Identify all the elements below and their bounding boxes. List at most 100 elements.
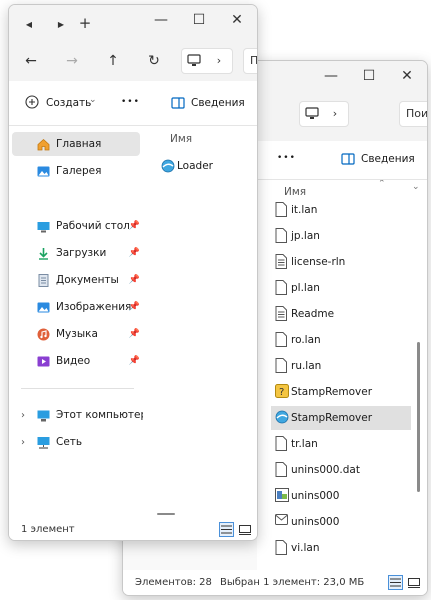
see-more-button[interactable]: ••• xyxy=(277,153,296,163)
document-icon xyxy=(275,358,288,374)
file-row[interactable]: jp.lan xyxy=(271,224,411,248)
file-name: Loader xyxy=(177,160,213,172)
nav-label: Документы xyxy=(56,274,119,286)
expand-chevron-icon[interactable]: › xyxy=(21,410,25,421)
create-dropdown-icon[interactable]: ⌄ xyxy=(89,95,97,105)
file-name: StampRemover xyxy=(291,412,373,424)
close-button[interactable]: ✕ xyxy=(389,61,425,91)
minimize-button[interactable]: — xyxy=(143,5,179,35)
file-row[interactable]: ? StampRemover xyxy=(271,380,411,404)
scroll-tabs-right-icon[interactable]: ▶ xyxy=(56,19,66,29)
nav-item-pictures[interactable]: Изображения 📌 xyxy=(12,295,140,319)
horizontal-scrollbar[interactable] xyxy=(157,513,175,515)
nav-item-home[interactable]: Главная xyxy=(12,132,140,156)
title-bar: ◀ ▶ + — ☐ ✕ xyxy=(9,5,257,41)
file-row[interactable]: vi.lan xyxy=(271,536,411,560)
file-row[interactable]: unins000 xyxy=(271,510,411,534)
vertical-scrollbar[interactable] xyxy=(417,342,420,492)
nav-label: Главная xyxy=(56,138,102,150)
file-row[interactable]: ro.lan xyxy=(271,328,411,352)
maximize-button[interactable]: ☐ xyxy=(351,61,387,91)
nav-item-network[interactable]: › Сеть xyxy=(12,430,140,454)
pin-icon[interactable]: 📌 xyxy=(129,356,140,366)
file-row-loader[interactable]: Loader xyxy=(157,154,253,178)
tiles-view-button[interactable] xyxy=(237,522,252,537)
nav-item-videos[interactable]: Видео 📌 xyxy=(12,349,140,373)
file-row[interactable]: license-rln xyxy=(271,250,411,274)
pin-icon[interactable]: 📌 xyxy=(129,302,140,312)
file-row[interactable]: unins000 xyxy=(271,484,411,508)
nav-item-downloads[interactable]: Загрузки 📌 xyxy=(12,241,140,265)
file-row[interactable]: tr.lan xyxy=(271,432,411,456)
chevron-right-icon[interactable]: › xyxy=(328,105,342,121)
desktop-icon xyxy=(37,220,50,233)
file-row[interactable]: ru.lan xyxy=(271,354,411,378)
file-name: unins000.dat xyxy=(291,464,360,476)
column-header-name[interactable]: Имя xyxy=(284,186,306,198)
nav-label: Галерея xyxy=(56,165,102,177)
nav-item-documents[interactable]: Документы 📌 xyxy=(12,268,140,292)
forward-arrow-icon[interactable]: → xyxy=(64,53,80,69)
nav-item-desktop[interactable]: Рабочий стол 📌 xyxy=(12,214,140,238)
file-name: StampRemover xyxy=(291,386,373,398)
navigation-pane: Главная Галерея Рабочий стол 📌 Загрузки … xyxy=(9,126,147,516)
file-name: vi.lan xyxy=(291,542,320,554)
chevron-right-icon[interactable]: › xyxy=(212,52,226,68)
details-button[interactable]: Сведения xyxy=(191,97,245,109)
document-icon xyxy=(275,332,288,348)
nav-item-gallery[interactable]: Галерея xyxy=(12,159,140,183)
text-document-icon xyxy=(275,254,288,270)
refresh-icon[interactable]: ↻ xyxy=(146,53,162,69)
text-document-icon xyxy=(275,306,288,322)
pin-icon[interactable]: 📌 xyxy=(129,275,140,285)
address-bar[interactable]: › xyxy=(181,48,233,74)
document-icon xyxy=(275,436,288,452)
see-more-button[interactable]: ••• xyxy=(121,97,140,107)
search-placeholder: Пои xyxy=(406,107,428,120)
tiles-view-button[interactable] xyxy=(406,575,421,590)
nav-item-music[interactable]: Музыка 📌 xyxy=(12,322,140,346)
search-box[interactable]: П xyxy=(243,48,257,74)
network-icon xyxy=(37,436,50,449)
file-name: pl.lan xyxy=(291,282,320,294)
details-button[interactable]: Сведения xyxy=(361,153,415,165)
file-row[interactable]: StampRemover xyxy=(271,406,411,430)
search-box[interactable]: Пои xyxy=(399,101,428,127)
column-dropdown-icon[interactable]: ⌄ xyxy=(412,182,420,192)
file-row[interactable]: Readme xyxy=(271,302,411,326)
back-arrow-icon[interactable]: ← xyxy=(23,53,39,69)
file-row[interactable]: unins000.dat xyxy=(271,458,411,482)
column-header-name[interactable]: Имя xyxy=(170,133,192,145)
file-name: unins000 xyxy=(291,490,340,502)
minimize-button[interactable]: — xyxy=(313,61,349,91)
add-circle-icon xyxy=(25,95,39,109)
maximize-button[interactable]: ☐ xyxy=(181,5,217,35)
expand-chevron-icon[interactable]: › xyxy=(21,437,25,448)
up-arrow-icon[interactable]: ↑ xyxy=(105,53,121,69)
file-name: Readme xyxy=(291,308,335,320)
status-item-count: Элементов: 28 xyxy=(135,577,212,588)
create-button[interactable]: Создать xyxy=(46,97,91,109)
file-row[interactable]: pl.lan xyxy=(271,276,411,300)
file-name: license-rln xyxy=(291,256,346,268)
details-icon xyxy=(171,96,185,110)
pin-icon[interactable]: 📌 xyxy=(129,221,140,231)
close-button[interactable]: ✕ xyxy=(219,5,255,35)
scroll-tabs-left-icon[interactable]: ◀ xyxy=(24,19,34,29)
address-bar[interactable]: › xyxy=(299,101,349,127)
details-view-button[interactable] xyxy=(388,575,403,590)
sort-up-icon: ⌃ xyxy=(378,180,386,189)
app-icon xyxy=(161,159,175,173)
nav-item-this-pc[interactable]: › Этот компьютер xyxy=(12,403,147,427)
document-icon xyxy=(275,202,288,218)
status-bar: 1 элемент xyxy=(9,516,257,540)
pin-icon[interactable]: 📌 xyxy=(129,329,140,339)
status-bar: Элементов: 28 Выбран 1 элемент: 23,0 МБ xyxy=(123,570,427,595)
new-tab-icon[interactable]: + xyxy=(78,14,92,32)
svg-text:?: ? xyxy=(279,387,284,398)
pin-icon[interactable]: 📌 xyxy=(129,248,140,258)
nav-label: Изображения xyxy=(56,301,132,313)
file-row[interactable]: it.lan xyxy=(271,198,411,222)
details-view-button[interactable] xyxy=(219,522,234,537)
computer-icon xyxy=(37,409,50,422)
